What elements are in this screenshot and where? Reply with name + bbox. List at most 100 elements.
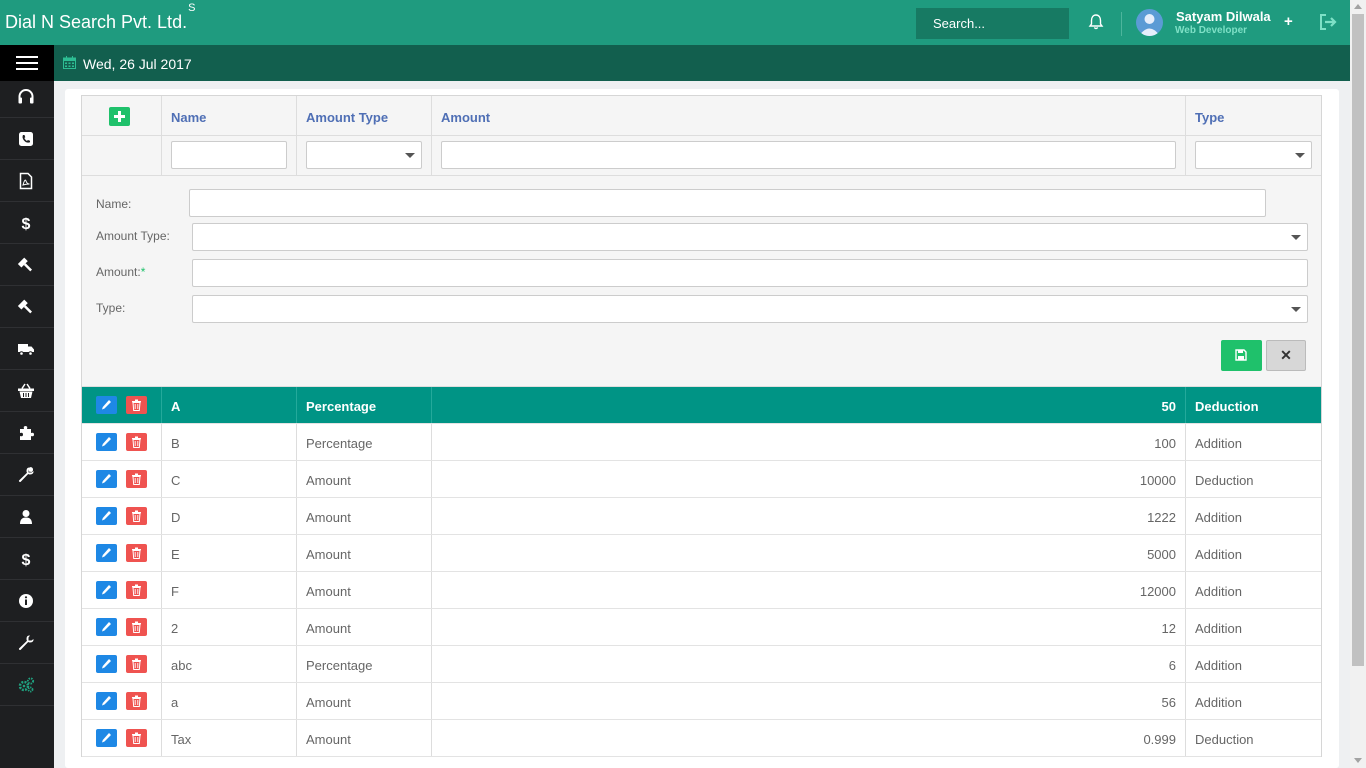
scroll-up-arrow-icon[interactable] [1354,4,1362,9]
edit-row-button[interactable] [96,692,117,710]
delete-row-button[interactable] [126,692,147,710]
name-cell[interactable]: D [162,498,297,534]
name-cell[interactable]: abc [162,646,297,682]
name-cell[interactable]: A [162,387,297,423]
amount-cell[interactable]: 12000 [432,572,1186,608]
amount-cell[interactable]: 5000 [432,535,1186,571]
filter-name-input[interactable] [171,141,287,169]
amount-field[interactable] [192,259,1308,287]
amount-type-cell[interactable]: Percentage [297,387,432,423]
scroll-down-arrow-icon[interactable] [1354,758,1362,763]
edit-row-button[interactable] [96,544,117,562]
amount-type-cell[interactable]: Amount [297,461,432,497]
delete-row-button[interactable] [126,470,147,488]
amount-cell[interactable]: 50 [432,387,1186,423]
delete-row-button[interactable] [126,396,147,414]
type-cell[interactable]: Deduction [1186,387,1321,423]
edit-row-button[interactable] [96,507,117,525]
amount-cell[interactable]: 1222 [432,498,1186,534]
edit-row-button[interactable] [96,729,117,747]
sidebar-item-users[interactable] [0,496,54,538]
table-row[interactable]: D Amount 1222 Addition [82,498,1321,535]
amount-cell[interactable]: 56 [432,683,1186,719]
name-cell[interactable]: E [162,535,297,571]
table-row[interactable]: B Percentage 100 Addition [82,424,1321,461]
sidebar-item-calls[interactable] [0,118,54,160]
edit-row-button[interactable] [96,470,117,488]
table-row[interactable]: C Amount 10000 Deduction [82,461,1321,498]
sidebar-item-plugins[interactable] [0,412,54,454]
amount-type-cell[interactable]: Amount [297,609,432,645]
column-header-amount-type[interactable]: Amount Type [297,96,432,135]
sidebar-item-info[interactable] [0,580,54,622]
user-name[interactable]: Satyam Dilwala [1176,9,1271,24]
amount-type-cell[interactable]: Amount [297,498,432,534]
sidebar-item-support[interactable] [0,76,54,118]
edit-row-button[interactable] [96,396,117,414]
table-row[interactable]: Tax Amount 0.999 Deduction [82,720,1321,757]
name-cell[interactable]: 2 [162,609,297,645]
avatar[interactable] [1136,9,1163,36]
type-cell[interactable]: Addition [1186,535,1321,571]
edit-row-button[interactable] [96,433,117,451]
delete-row-button[interactable] [126,618,147,636]
sidebar-item-maintenance[interactable] [0,622,54,664]
delete-row-button[interactable] [126,655,147,673]
sidebar-item-tools[interactable] [0,454,54,496]
edit-row-button[interactable] [96,581,117,599]
amount-type-cell[interactable]: Amount [297,572,432,608]
filter-amount-input[interactable] [441,141,1176,169]
table-row[interactable]: a Amount 56 Addition [82,683,1321,720]
amount-cell[interactable]: 10000 [432,461,1186,497]
amount-cell[interactable]: 100 [432,424,1186,460]
logout-icon[interactable] [1319,14,1337,30]
add-row-button[interactable] [109,107,130,126]
type-cell[interactable]: Addition [1186,646,1321,682]
sidebar-item-billing[interactable]: $ [0,202,54,244]
table-row[interactable]: E Amount 5000 Addition [82,535,1321,572]
type-select[interactable] [192,295,1308,323]
type-cell[interactable]: Addition [1186,683,1321,719]
name-cell[interactable]: B [162,424,297,460]
sidebar-item-shop[interactable] [0,370,54,412]
table-row[interactable]: 2 Amount 12 Addition [82,609,1321,646]
delete-row-button[interactable] [126,581,147,599]
filter-amount-type-select[interactable] [306,141,422,169]
amount-type-cell[interactable]: Amount [297,683,432,719]
type-cell[interactable]: Addition [1186,609,1321,645]
edit-row-button[interactable] [96,655,117,673]
sidebar-item-auction[interactable] [0,286,54,328]
name-field[interactable] [189,189,1266,217]
delete-row-button[interactable] [126,544,147,562]
name-cell[interactable]: Tax [162,720,297,756]
amount-cell[interactable]: 12 [432,609,1186,645]
search-input[interactable] [916,8,1069,39]
column-header-name[interactable]: Name [162,96,297,135]
type-cell[interactable]: Deduction [1186,461,1321,497]
column-header-type[interactable]: Type [1186,96,1321,135]
sidebar-item-delivery[interactable] [0,328,54,370]
type-cell[interactable]: Addition [1186,498,1321,534]
name-cell[interactable]: C [162,461,297,497]
delete-row-button[interactable] [126,507,147,525]
amount-type-cell[interactable]: Amount [297,535,432,571]
table-row[interactable]: F Amount 12000 Addition [82,572,1321,609]
bell-icon[interactable] [1087,13,1105,31]
filter-type-select[interactable] [1195,141,1312,169]
amount-cell[interactable]: 6 [432,646,1186,682]
user-menu-plus-icon[interactable]: + [1284,13,1293,30]
sidebar-item-documents[interactable] [0,160,54,202]
type-cell[interactable]: Deduction [1186,720,1321,756]
cancel-button[interactable]: ✕ [1266,340,1306,371]
sidebar-item-payments[interactable]: $ [0,538,54,580]
amount-cell[interactable]: 0.999 [432,720,1186,756]
type-cell[interactable]: Addition [1186,572,1321,608]
delete-row-button[interactable] [126,729,147,747]
amount-type-cell[interactable]: Amount [297,720,432,756]
amount-type-select[interactable] [192,223,1308,251]
table-row[interactable]: A Percentage 50 Deduction [82,387,1321,424]
sidebar-item-settings[interactable] [0,664,54,706]
amount-type-cell[interactable]: Percentage [297,646,432,682]
scrollbar-thumb[interactable] [1352,14,1364,666]
name-cell[interactable]: a [162,683,297,719]
